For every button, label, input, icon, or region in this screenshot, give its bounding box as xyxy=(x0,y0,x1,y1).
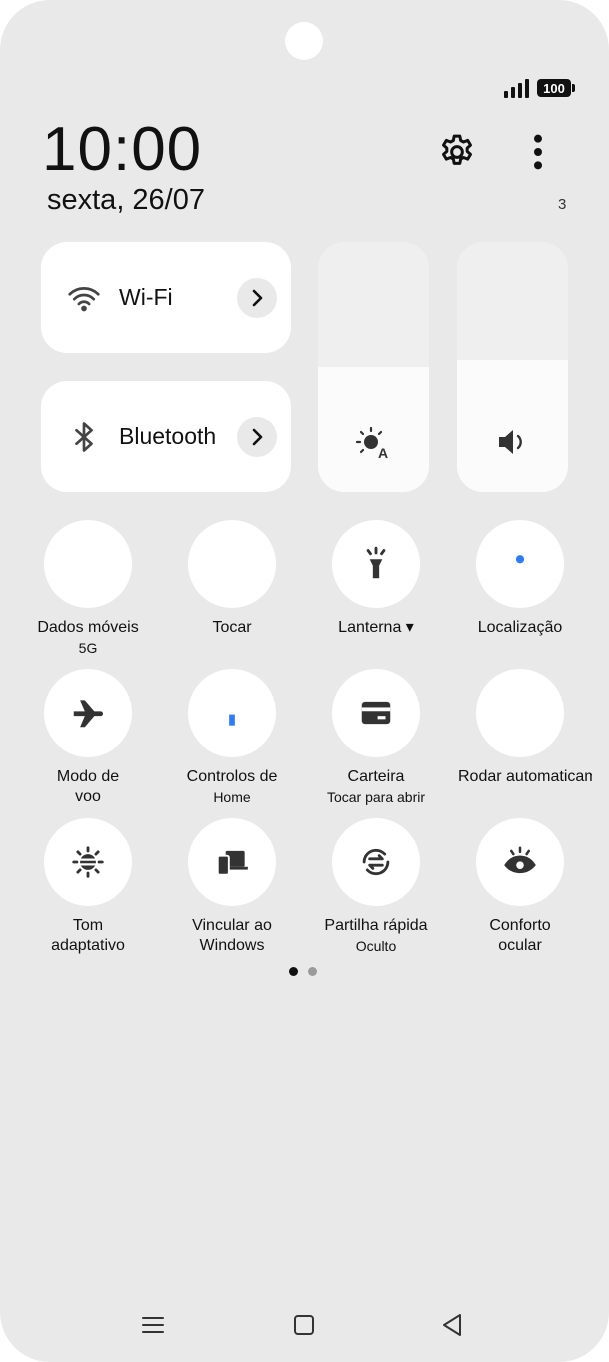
qs-toggle[interactable] xyxy=(44,818,132,906)
battery-icon: 100 xyxy=(537,79,575,97)
signal-icon xyxy=(504,78,529,98)
qs-sublabel: Tocar para abrir xyxy=(326,789,426,805)
back-icon[interactable] xyxy=(437,1310,467,1340)
qs-toggle[interactable] xyxy=(476,520,564,608)
wifi-expand-button[interactable] xyxy=(237,278,277,318)
battery-level: 100 xyxy=(543,80,565,96)
qs-label: Conforto ocular xyxy=(489,917,551,954)
home-icon xyxy=(217,698,247,726)
qs-airplane-mode[interactable]: Modo de voo xyxy=(16,669,160,809)
front-camera xyxy=(285,22,323,60)
wallet-icon xyxy=(361,701,391,725)
qs-label: Lanterna ▾ xyxy=(338,619,414,636)
more-options-icon[interactable] xyxy=(523,132,553,172)
qs-toggle[interactable] xyxy=(188,818,276,906)
qs-toggle[interactable] xyxy=(44,520,132,608)
mobile-data-icon xyxy=(75,549,101,579)
gear-icon[interactable] xyxy=(437,132,477,172)
wifi-icon xyxy=(68,287,100,312)
bluetooth-tile[interactable]: Bluetooth xyxy=(41,381,291,492)
qs-home-controls[interactable]: Controlos de Home xyxy=(160,669,304,809)
qs-label: Tocar xyxy=(212,619,252,636)
qs-toggle[interactable] xyxy=(476,669,564,757)
qs-label: Carteira xyxy=(347,768,405,785)
qs-toggle[interactable] xyxy=(332,818,420,906)
qs-toggle[interactable] xyxy=(476,818,564,906)
wifi-label: Wi-Fi xyxy=(119,284,173,310)
airplane-icon xyxy=(73,700,104,728)
speaker-icon xyxy=(499,430,522,454)
qs-toggle[interactable] xyxy=(188,669,276,757)
quick-share-icon xyxy=(362,848,390,876)
qs-label: Localização xyxy=(477,619,563,636)
qs-toggle[interactable] xyxy=(332,520,420,608)
qs-ring[interactable]: Tocar xyxy=(160,520,304,660)
page-dot-active[interactable] xyxy=(289,967,298,976)
recent-apps-icon[interactable] xyxy=(138,1310,168,1340)
qs-eye-comfort[interactable]: Conforto ocular xyxy=(448,818,592,958)
bell-icon xyxy=(219,549,245,579)
qs-sublabel: Oculto xyxy=(355,938,397,954)
chevron-right-icon xyxy=(252,289,263,307)
clock[interactable]: 10:00 xyxy=(42,114,202,185)
qs-sublabel: 5G xyxy=(78,640,98,656)
home-button-icon[interactable] xyxy=(289,1310,319,1340)
status-bar: 100 xyxy=(504,78,575,98)
notification-count: 3 xyxy=(558,196,567,213)
svg-text:A: A xyxy=(378,445,388,461)
qs-label: Controlos de xyxy=(186,768,278,785)
qs-toggle[interactable] xyxy=(188,520,276,608)
location-icon xyxy=(508,548,532,580)
qs-link-windows[interactable]: Vincular ao Windows xyxy=(160,818,304,958)
qs-toggle[interactable] xyxy=(332,669,420,757)
qs-adaptive-tone[interactable]: Tom adaptativo xyxy=(16,818,160,958)
brightness-slider[interactable]: A xyxy=(318,242,429,492)
qs-mobile-data[interactable]: Dados móveis 5G xyxy=(16,520,160,660)
bluetooth-label: Bluetooth xyxy=(119,423,217,449)
quick-settings-panel: 100 10:00 sexta, 26/07 3 Wi-Fi Bluetooth xyxy=(0,0,609,1362)
page-dot[interactable] xyxy=(308,967,317,976)
qs-label: Tom adaptativo xyxy=(51,917,125,954)
chevron-right-icon xyxy=(252,428,263,446)
adaptive-tone-icon xyxy=(72,846,104,878)
link-windows-icon xyxy=(216,850,248,876)
qs-toggle[interactable] xyxy=(44,669,132,757)
bluetooth-icon xyxy=(75,422,93,452)
eye-comfort-icon xyxy=(504,846,536,874)
volume-slider[interactable] xyxy=(457,242,568,492)
qs-location[interactable]: Localização xyxy=(448,520,592,660)
qs-flashlight[interactable]: Lanterna ▾ xyxy=(304,520,448,660)
qs-auto-rotate[interactable]: Rodar automaticamente xyxy=(448,669,592,809)
qs-quick-share[interactable]: Partilha rápida Oculto xyxy=(304,818,448,958)
qs-label: Modo de voo xyxy=(56,768,120,805)
date[interactable]: sexta, 26/07 xyxy=(47,184,205,217)
qs-label: Rodar automaticamente xyxy=(458,768,592,785)
page-indicator xyxy=(289,967,317,976)
qs-label: Dados móveis xyxy=(37,619,139,636)
qs-wallet[interactable]: Carteira Tocar para abrir xyxy=(304,669,448,809)
qs-sublabel: Home xyxy=(213,789,251,805)
wifi-tile[interactable]: Wi-Fi xyxy=(41,242,291,353)
qs-label: Vincular ao Windows xyxy=(192,917,272,954)
qs-label: Partilha rápida xyxy=(324,917,428,934)
bluetooth-expand-button[interactable] xyxy=(237,417,277,457)
auto-brightness-icon: A xyxy=(355,426,388,461)
flashlight-icon xyxy=(366,546,386,579)
auto-rotate-icon xyxy=(505,698,535,728)
